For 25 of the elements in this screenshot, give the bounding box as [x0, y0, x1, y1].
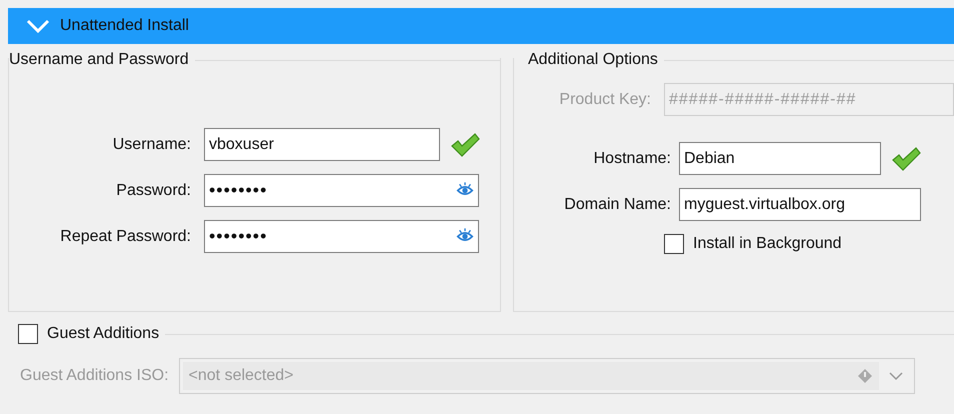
checkbox[interactable]	[664, 234, 684, 254]
field-label: Repeat Password:	[59, 228, 192, 246]
diamond-icon	[856, 368, 873, 384]
field-label: Password:	[115, 182, 192, 200]
field-label: Domain Name:	[563, 196, 672, 214]
text-field[interactable]: Debian	[679, 142, 881, 175]
checkbox[interactable]	[18, 324, 38, 344]
password-field[interactable]: ••••••••	[204, 220, 479, 253]
group-title: Username and Password	[9, 51, 189, 69]
text-field[interactable]: myguest.virtualbox.org	[679, 188, 921, 221]
checkbox-label: Install in Background	[693, 235, 842, 253]
checkmark-icon	[891, 146, 921, 172]
field-label: Username:	[112, 136, 192, 154]
group-title: Additional Options	[528, 51, 658, 69]
checkbox-label: Guest Additions	[47, 325, 160, 343]
section-title: Unattended Install	[60, 17, 189, 35]
caret-icon[interactable]	[888, 371, 904, 381]
field-label: Guest Additions ISO:	[20, 367, 169, 385]
field-label: Product Key:	[558, 90, 652, 108]
section-header[interactable]: Unattended Install	[8, 8, 954, 44]
field-label: Hostname:	[592, 150, 672, 168]
chevron-icon	[26, 19, 50, 33]
password-field[interactable]: ••••••••	[204, 174, 479, 207]
checkmark-icon	[450, 132, 480, 158]
text-field[interactable]: vboxuser	[204, 128, 440, 161]
